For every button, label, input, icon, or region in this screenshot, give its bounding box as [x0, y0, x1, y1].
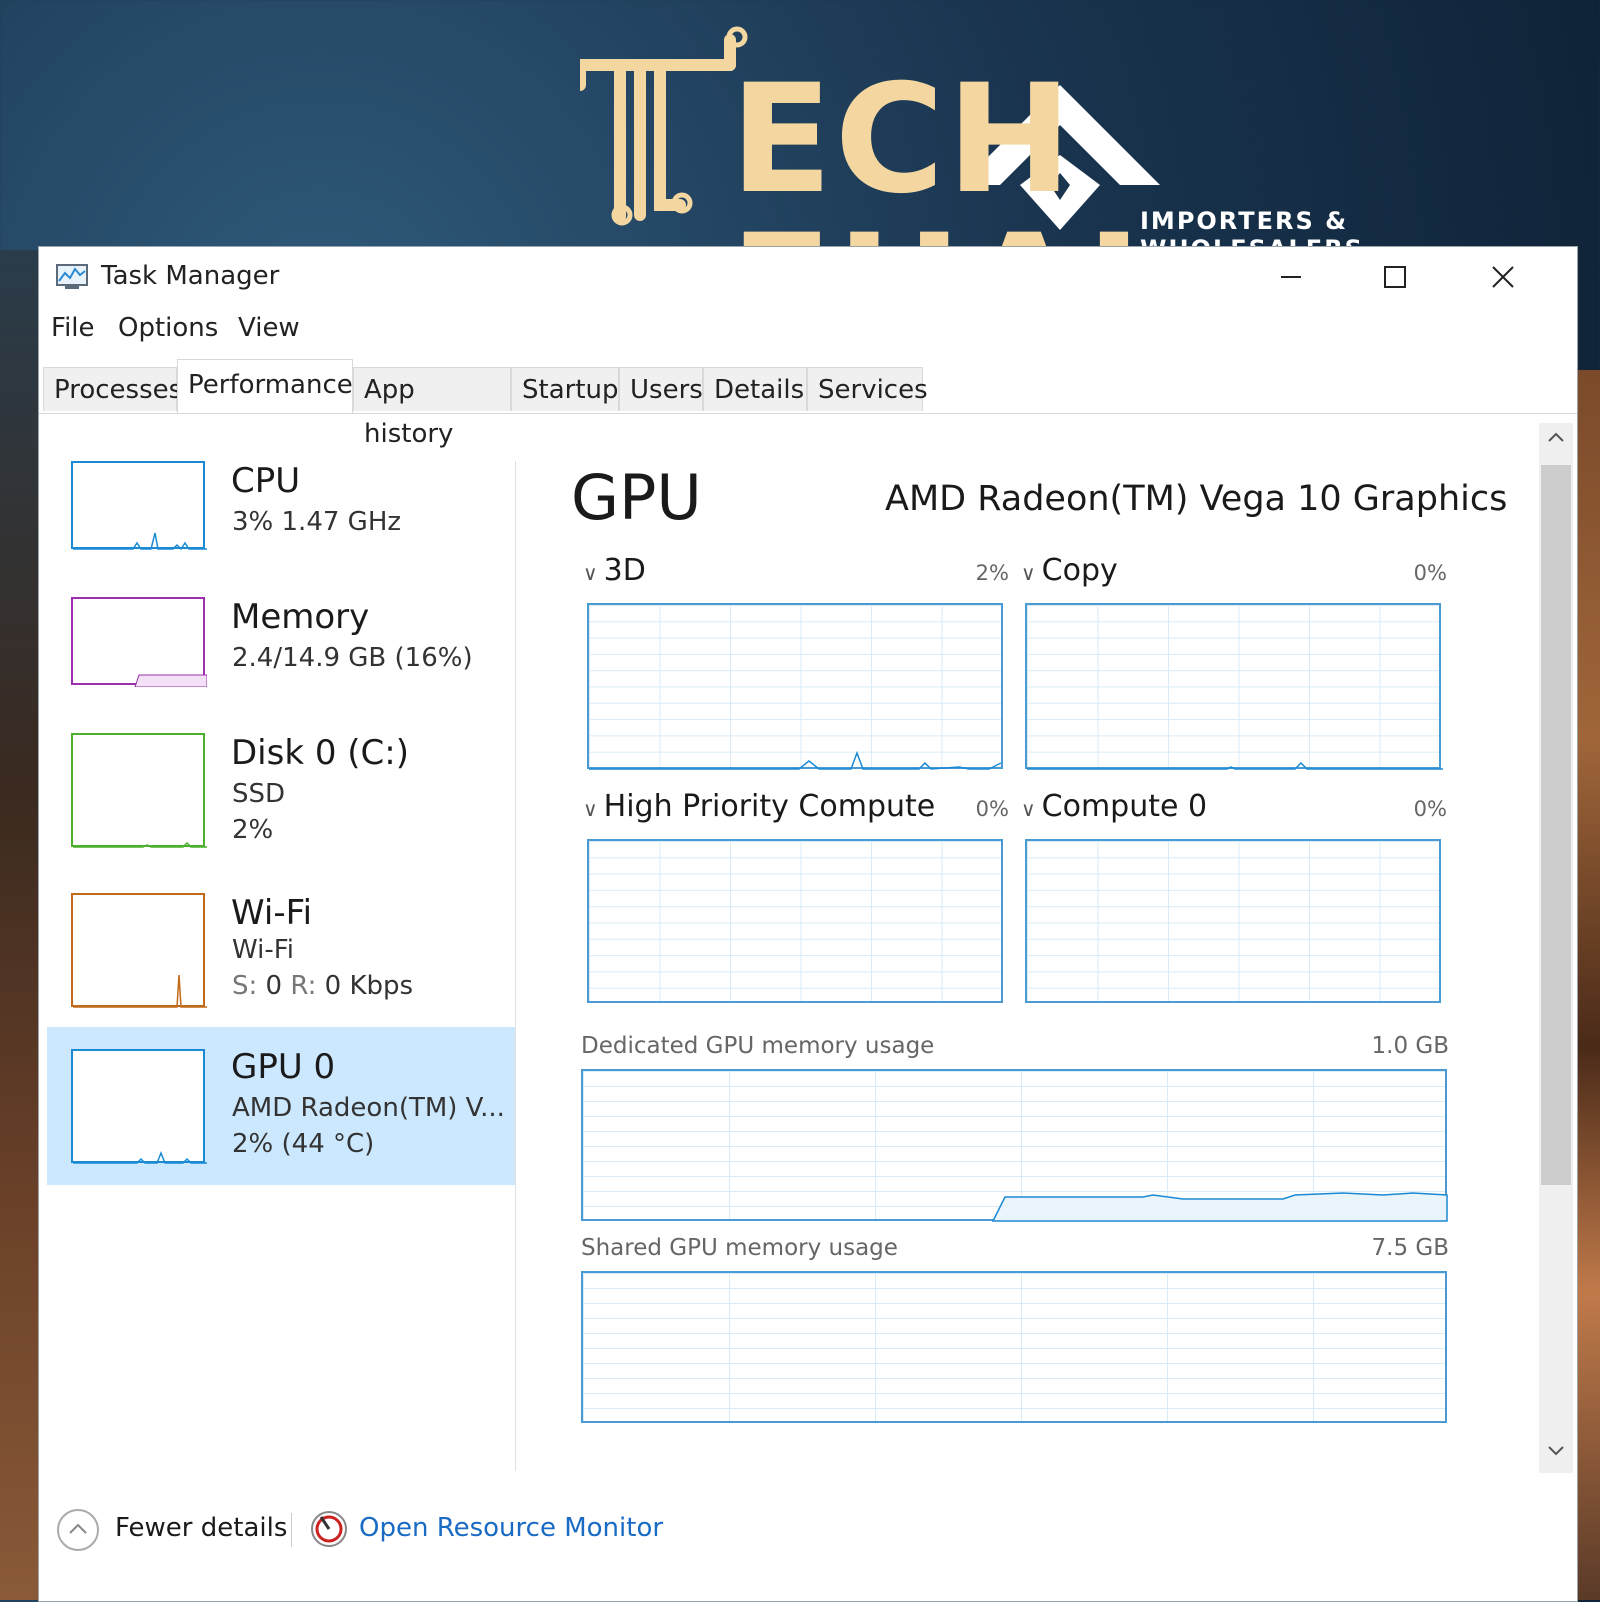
- engine-percent: 2%: [975, 561, 1009, 585]
- engine-label-copy[interactable]: ∨ Copy: [1021, 553, 1118, 588]
- close-icon: [1492, 266, 1514, 288]
- sidebar-subtitle: Wi-Fi: [232, 935, 295, 965]
- engine-graph-3d: [587, 603, 1003, 770]
- sidebar-subtitle: 3% 1.47 GHz: [232, 507, 402, 537]
- sidebar-detail: 2%: [232, 815, 274, 845]
- maximize-icon: [1384, 266, 1406, 288]
- sidebar-item-gpu0[interactable]: GPU 0 AMD Radeon(TM) V... 2% (44 °C): [47, 1027, 515, 1185]
- task-manager-icon: [55, 263, 89, 291]
- engine-percent: 0%: [975, 797, 1009, 821]
- sidebar-detail: 2% (44 °C): [232, 1129, 375, 1159]
- tab-details[interactable]: Details: [703, 367, 807, 411]
- engine-percent: 0%: [1413, 797, 1447, 821]
- sidebar-item-cpu[interactable]: CPU 3% 1.47 GHz: [47, 457, 515, 587]
- fewer-details-button[interactable]: Fewer details: [115, 1513, 287, 1543]
- maximize-button[interactable]: [1365, 257, 1425, 297]
- tab-users[interactable]: Users: [619, 367, 703, 411]
- chevron-up-circle-icon[interactable]: [57, 1509, 99, 1551]
- gpu-thumbnail-graph: [71, 1049, 207, 1164]
- sidebar-detail: S: 0 R: 0 Kbps: [232, 971, 413, 1001]
- menu-options[interactable]: Options: [118, 313, 218, 343]
- sidebar-title: CPU: [231, 461, 301, 501]
- title-bar[interactable]: Task Manager: [39, 247, 1577, 309]
- wifi-thumbnail-graph: [71, 893, 207, 1008]
- task-manager-window: Task Manager File Options View Processes…: [38, 246, 1578, 1602]
- background-right: [1575, 370, 1600, 1600]
- shared-memory-label: Shared GPU memory usage: [581, 1235, 898, 1261]
- scroll-up-icon[interactable]: [1547, 429, 1565, 447]
- sidebar-subtitle: 2.4/14.9 GB (16%): [232, 643, 473, 673]
- sidebar-subtitle: SSD: [232, 779, 286, 809]
- tab-services[interactable]: Services: [807, 367, 928, 411]
- vertical-scrollbar[interactable]: [1539, 423, 1573, 1473]
- sidebar-divider: [515, 461, 516, 1471]
- sidebar-item-wifi[interactable]: Wi-Fi Wi-Fi S: 0 R: 0 Kbps: [47, 891, 515, 1021]
- brand-logo: ECHEHAL IMPORTERS & WHOLESALERS: [580, 25, 1560, 365]
- memory-thumbnail-graph: [71, 597, 207, 687]
- tab-processes[interactable]: Processes: [43, 367, 182, 411]
- scroll-thumb[interactable]: [1541, 465, 1571, 1185]
- sidebar-item-memory[interactable]: Memory 2.4/14.9 GB (16%): [47, 595, 515, 725]
- dedicated-memory-graph: [581, 1069, 1448, 1222]
- menu-view[interactable]: View: [238, 313, 300, 343]
- tab-performance[interactable]: Performance: [177, 359, 353, 413]
- dedicated-memory-label: Dedicated GPU memory usage: [581, 1033, 935, 1059]
- gpu-device-name: AMD Radeon(TM) Vega 10 Graphics: [885, 479, 1508, 519]
- sidebar-item-disk[interactable]: Disk 0 (C:) SSD 2%: [47, 731, 515, 881]
- footer-divider: [291, 1513, 292, 1547]
- engine-label-compute-0[interactable]: ∨ Compute 0: [1021, 789, 1207, 824]
- page-title: GPU: [571, 461, 702, 534]
- engine-label-3d[interactable]: ∨ 3D: [583, 553, 646, 588]
- chevron-down-icon: ∨: [583, 561, 598, 585]
- footer: Fewer details Open Resource Monitor: [39, 1493, 1577, 1601]
- engine-label-high-priority-compute[interactable]: ∨ High Priority Compute: [583, 789, 935, 824]
- shared-memory-graph: [581, 1271, 1447, 1423]
- window-title: Task Manager: [101, 261, 280, 291]
- resource-monitor-icon[interactable]: [307, 1507, 351, 1551]
- receive-value: 0 Kbps: [324, 971, 414, 1001]
- cpu-thumbnail-graph: [71, 461, 207, 551]
- minimize-button[interactable]: [1261, 257, 1321, 297]
- sidebar-title: Disk 0 (C:): [231, 733, 410, 773]
- dedicated-memory-value: 1.0 GB: [1371, 1033, 1450, 1059]
- scroll-down-icon[interactable]: [1547, 1441, 1565, 1459]
- sidebar-subtitle: AMD Radeon(TM) V...: [232, 1093, 505, 1123]
- send-value: 0: [265, 971, 283, 1001]
- engine-graph-high-priority-compute: [587, 839, 1003, 1003]
- menu-file[interactable]: File: [51, 313, 95, 343]
- shared-memory-value: 7.5 GB: [1371, 1235, 1450, 1261]
- chevron-down-icon: ∨: [1021, 561, 1036, 585]
- minimize-icon: [1281, 276, 1301, 278]
- open-resource-monitor-link[interactable]: Open Resource Monitor: [359, 1513, 663, 1543]
- tab-startup[interactable]: Startup: [511, 367, 619, 411]
- engine-percent: 0%: [1413, 561, 1447, 585]
- engine-graph-copy: [1025, 603, 1443, 770]
- background-left: [0, 250, 40, 1600]
- chevron-down-icon: ∨: [1021, 797, 1036, 821]
- close-button[interactable]: [1473, 257, 1533, 297]
- receive-label: R:: [290, 971, 317, 1001]
- tab-app-history[interactable]: App history: [353, 367, 511, 449]
- sidebar-title: Memory: [231, 597, 370, 637]
- send-label: S:: [232, 971, 258, 1001]
- tab-bar: Processes Performance App history Startu…: [39, 359, 1577, 449]
- engine-graph-compute-0: [1025, 839, 1441, 1003]
- disk-thumbnail-graph: [71, 733, 207, 848]
- sidebar-title: Wi-Fi: [231, 893, 313, 933]
- chevron-down-icon: ∨: [583, 797, 598, 821]
- sidebar-title: GPU 0: [231, 1047, 336, 1087]
